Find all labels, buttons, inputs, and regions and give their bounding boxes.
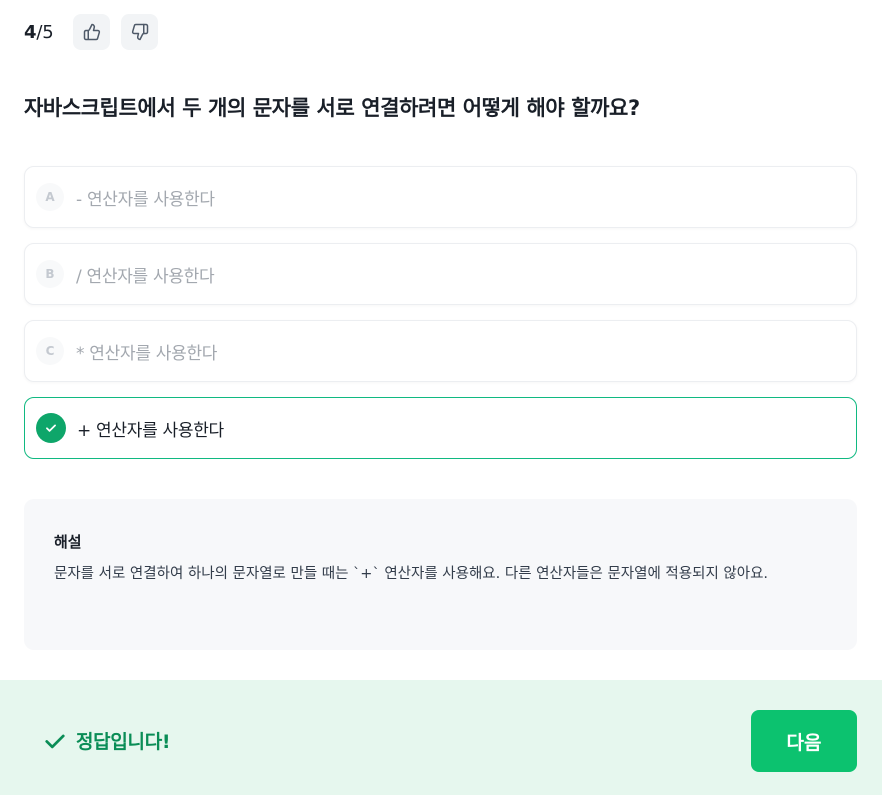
thumbs-up-icon [83, 23, 101, 41]
result-text: 정답입니다! [76, 731, 171, 753]
option-text: * 연산자를 사용한다 [76, 343, 218, 364]
option-d-correct[interactable]: + 연산자를 사용한다 [24, 397, 857, 459]
question-title: 자바스크립트에서 두 개의 문자를 서로 연결하려면 어떻게 해야 할까요? [24, 96, 640, 120]
option-text: + 연산자를 사용한다 [77, 420, 224, 441]
option-c[interactable]: C * 연산자를 사용한다 [24, 320, 857, 382]
quiz-page: 4/5 자바스크립트에서 두 개의 문자를 서로 연결하려면 어떻게 해야 할까… [0, 0, 882, 795]
next-button[interactable]: 다음 [751, 710, 857, 772]
result-message: 정답입니다! [44, 727, 171, 754]
like-button[interactable] [73, 14, 111, 50]
option-text: - 연산자를 사용한다 [76, 189, 215, 210]
total-questions: /5 [36, 21, 54, 43]
option-letter: B [36, 260, 64, 288]
thumbs-down-icon [131, 23, 149, 41]
option-letter: A [36, 183, 64, 211]
current-question-number: 4 [24, 21, 37, 43]
option-text: / 연산자를 사용한다 [76, 266, 215, 287]
checkmark-icon [45, 734, 65, 748]
answer-options: A - 연산자를 사용한다 B / 연산자를 사용한다 C * 연산자를 사용한… [24, 166, 857, 474]
quiz-header: 4/5 [24, 14, 169, 50]
explanation-title: 해설 [54, 533, 82, 551]
check-icon [36, 413, 66, 443]
option-letter: C [36, 337, 64, 365]
dislike-button[interactable] [121, 14, 159, 50]
option-b[interactable]: B / 연산자를 사용한다 [24, 243, 857, 305]
question-counter: 4/5 [24, 21, 54, 43]
explanation-body: 문자를 서로 연결하여 하나의 문자열로 만들 때는 `+` 연산자를 사용해요… [54, 566, 769, 582]
option-a[interactable]: A - 연산자를 사용한다 [24, 166, 857, 228]
explanation-box: 해설 문자를 서로 연결하여 하나의 문자열로 만들 때는 `+` 연산자를 사… [24, 499, 857, 650]
result-footer: 정답입니다! 다음 [0, 680, 882, 795]
